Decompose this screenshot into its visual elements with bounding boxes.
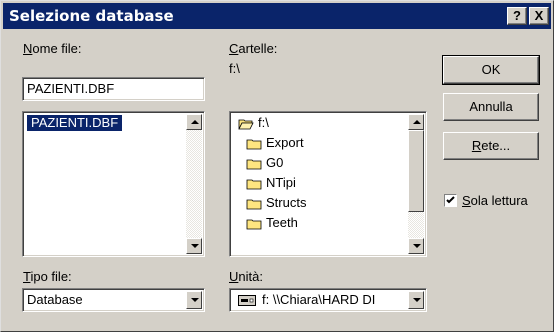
network-button[interactable]: Rete... — [443, 132, 539, 160]
folder-icon — [246, 219, 262, 230]
folder-item-export[interactable]: Export — [266, 135, 304, 150]
close-button[interactable]: X — [529, 7, 549, 25]
folder-icon — [246, 179, 262, 190]
folders-label: Cartelle: — [229, 41, 278, 56]
folder-item-structs[interactable]: Structs — [266, 195, 306, 210]
dialog-title: Selezione database — [9, 7, 174, 25]
checkmark-icon — [446, 196, 455, 204]
folder-icon — [246, 159, 262, 170]
dialog-window: Selezione database ? X Nome file: PAZIEN… — [0, 0, 554, 332]
folder-icon — [246, 139, 262, 150]
folder-item-g0[interactable]: G0 — [266, 155, 283, 170]
arrow-up-icon — [191, 120, 199, 124]
filename-value: PAZIENTI.DBF — [27, 81, 115, 96]
title-bar[interactable]: Selezione database ? X — [3, 3, 551, 29]
folder-item-ntipi[interactable]: NTipi — [266, 175, 296, 190]
help-button[interactable]: ? — [507, 7, 527, 25]
scroll-thumb[interactable] — [408, 130, 424, 212]
file-list-item[interactable]: PAZIENTI.DBF — [27, 115, 123, 131]
readonly-checkbox[interactable] — [444, 194, 457, 207]
chevron-down-icon — [413, 298, 421, 302]
filetype-select[interactable]: Database — [22, 288, 205, 312]
file-list-scrollbar[interactable] — [186, 114, 202, 254]
filename-input[interactable]: PAZIENTI.DBF — [22, 77, 205, 101]
drive-value: f: \\Chiara\HARD DI — [262, 292, 376, 307]
filetype-value: Database — [27, 292, 83, 307]
readonly-label[interactable]: Sola lettura — [462, 193, 528, 208]
filename-label: Nome file: — [23, 41, 82, 56]
scroll-up-button[interactable] — [186, 114, 202, 130]
folder-list-scrollbar[interactable] — [408, 114, 424, 254]
folder-item-teeth[interactable]: Teeth — [266, 215, 298, 230]
filetype-label: Tipo file: — [23, 269, 72, 284]
drive-select[interactable]: f: \\Chiara\HARD DI — [229, 288, 427, 312]
scroll-up-button[interactable] — [408, 114, 424, 130]
current-path: f:\ — [229, 61, 240, 76]
scroll-down-button[interactable] — [186, 238, 202, 254]
folder-list[interactable]: f:\ Export G0 NTipi Structs Teeth — [229, 111, 427, 257]
folder-item-root[interactable]: f:\ — [258, 115, 269, 130]
arrow-down-icon — [191, 244, 199, 248]
cancel-button[interactable]: Annulla — [443, 93, 539, 121]
drive-label: Unità: — [229, 269, 263, 284]
arrow-down-icon — [413, 244, 421, 248]
arrow-up-icon — [413, 120, 421, 124]
chevron-down-icon — [191, 298, 199, 302]
ok-button[interactable]: OK — [442, 55, 540, 85]
network-drive-icon — [238, 295, 256, 306]
file-list[interactable]: PAZIENTI.DBF — [22, 111, 205, 257]
drive-dropdown-button[interactable] — [408, 291, 424, 309]
open-folder-icon — [238, 119, 254, 130]
scroll-down-button[interactable] — [408, 238, 424, 254]
folder-icon — [246, 199, 262, 210]
filetype-dropdown-button[interactable] — [186, 291, 202, 309]
